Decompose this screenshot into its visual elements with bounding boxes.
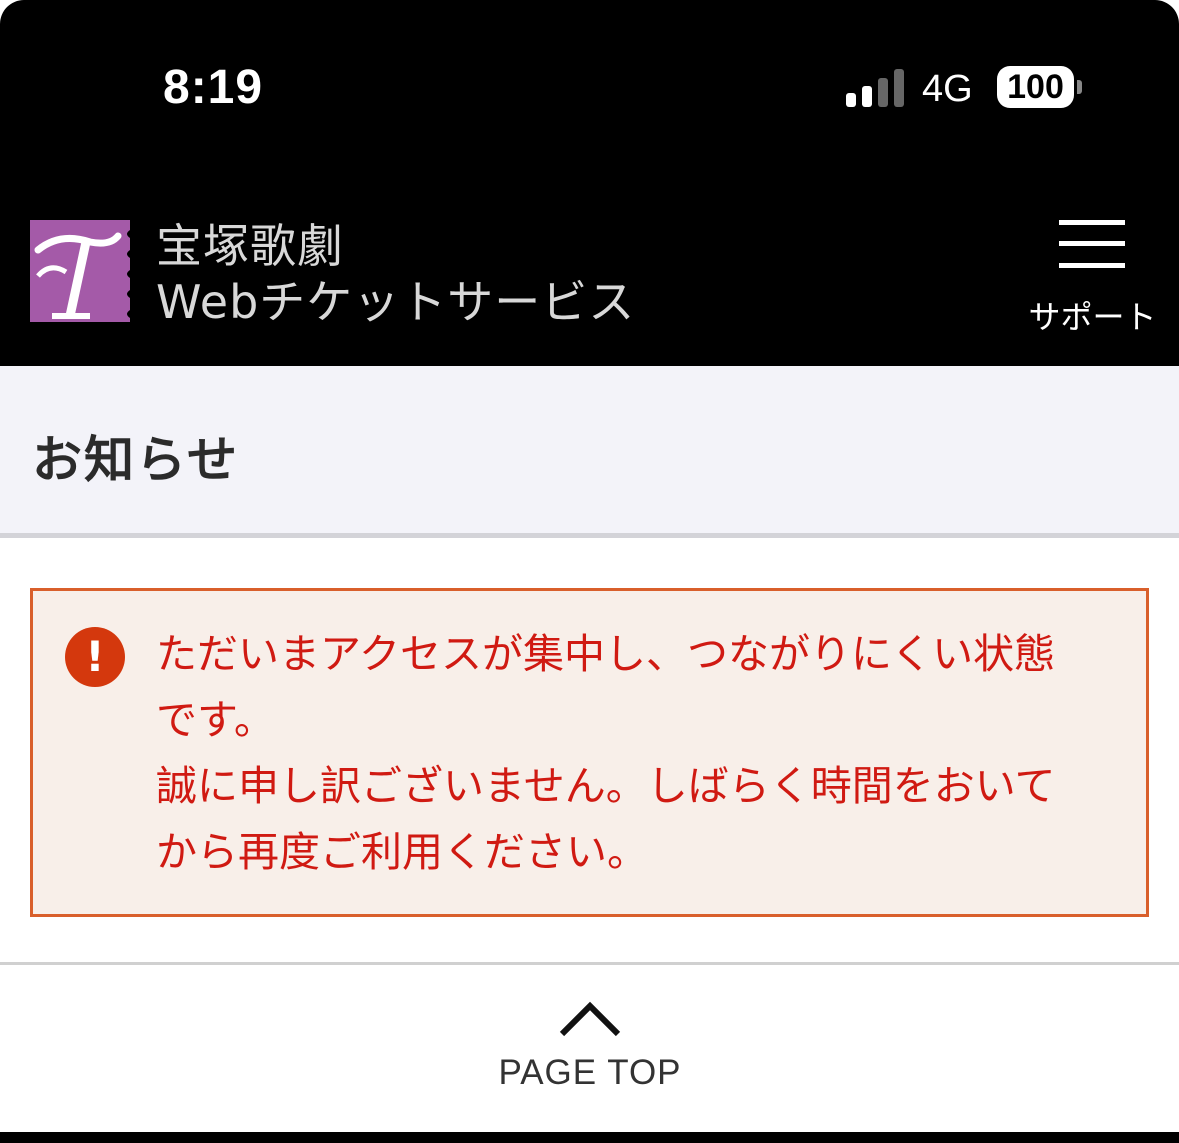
logo-line-2: Webチケットサービス <box>156 275 636 329</box>
battery-tip <box>1077 80 1082 94</box>
page-top-label: PAGE TOP <box>498 1053 682 1092</box>
battery-icon: 100 <box>997 66 1074 108</box>
support-label: サポート <box>1028 298 1157 336</box>
takarazuka-logo-icon[interactable] <box>30 220 130 322</box>
logo-line-1: 宝塚歌劇 <box>156 219 344 273</box>
alert-message-line-2: 誠に申し訳ございません。しばらく時間をおいて から再度ご利用ください。 <box>156 762 1056 876</box>
divider <box>0 962 1179 965</box>
site-header: 宝塚歌劇 Webチケットサービス サポート <box>0 190 1179 366</box>
site-logo-text[interactable]: 宝塚歌劇 Webチケットサービス <box>156 218 635 330</box>
hamburger-menu-icon <box>1059 220 1125 268</box>
chevron-up-icon <box>559 998 621 1038</box>
bottom-edge <box>0 1132 1179 1143</box>
alert-message: ただいまアクセスが集中し、つながりにくい状態 です。 誠に申し訳ございません。し… <box>156 621 1116 885</box>
access-alert-box: ! ただいまアクセスが集中し、つながりにくい状態 です。 誠に申し訳ございません… <box>30 588 1149 917</box>
exclamation-icon: ! <box>65 627 125 687</box>
alert-message-line-1: ただいまアクセスが集中し、つながりにくい状態 です。 <box>156 630 1056 744</box>
signal-strength-icon <box>846 69 906 107</box>
status-bar: 8:19 4G 100 <box>0 0 1179 190</box>
network-type: 4G <box>922 68 973 110</box>
status-time: 8:19 <box>163 61 264 114</box>
page-title: お知らせ <box>32 431 239 489</box>
notice-section-header: お知らせ <box>0 366 1179 538</box>
support-menu-button[interactable]: サポート <box>1020 210 1165 340</box>
page-top-button[interactable]: PAGE TOP <box>440 990 740 1100</box>
